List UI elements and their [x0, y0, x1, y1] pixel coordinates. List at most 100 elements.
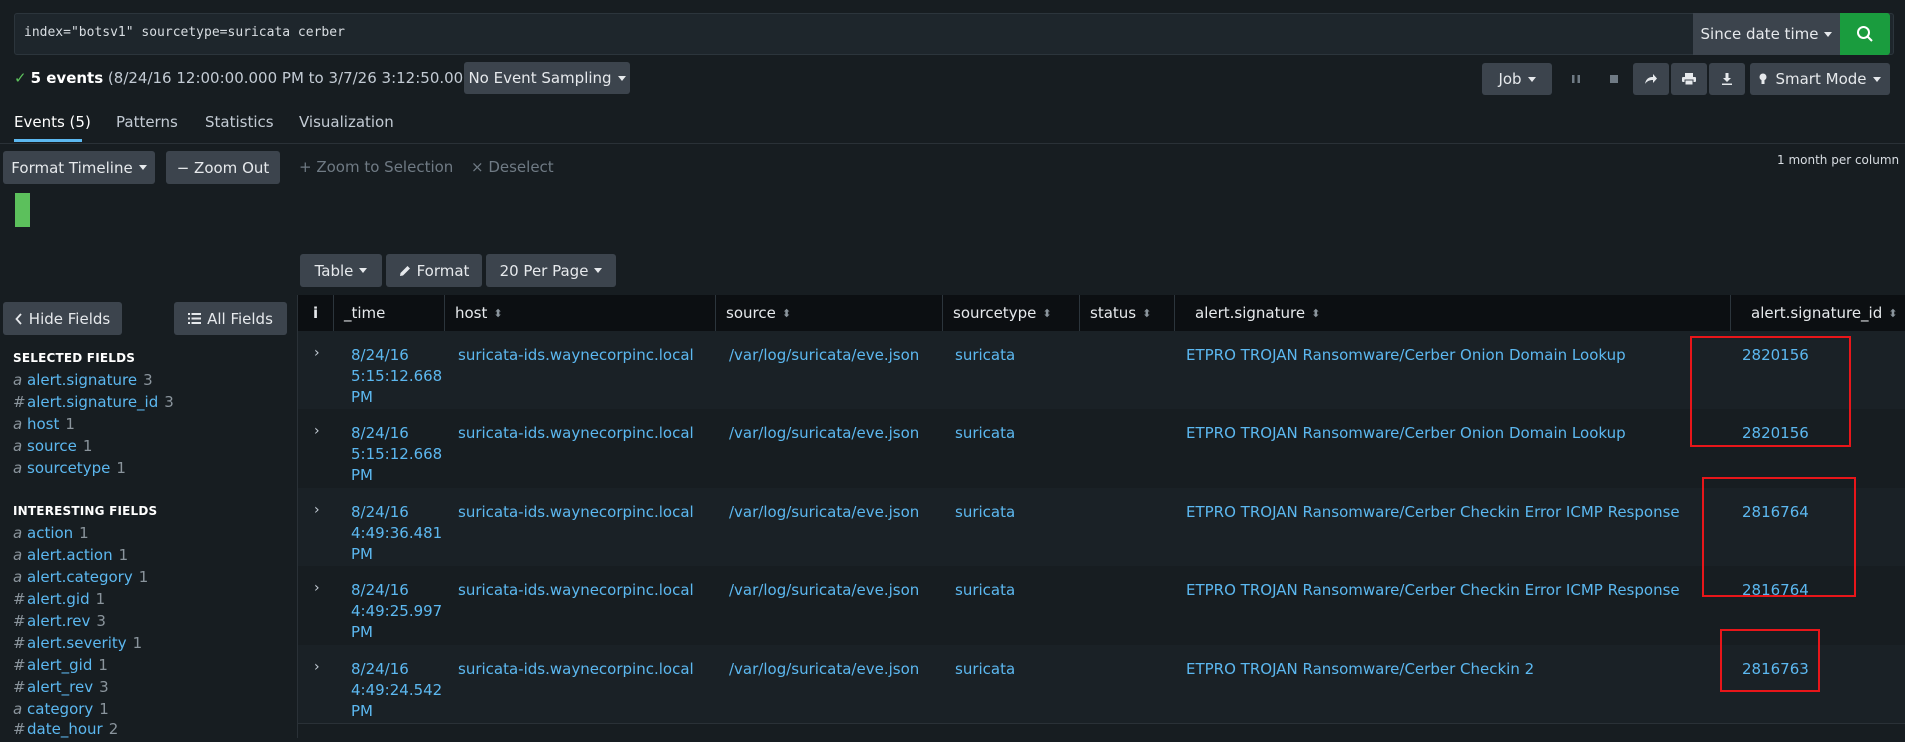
job-dropdown[interactable]: Job [1482, 63, 1552, 95]
field-action[interactable]: a action 1 [13, 524, 89, 546]
field-alert-action[interactable]: a alert.action 1 [13, 546, 128, 568]
cell-time[interactable]: 8/24/16 5:15:12.668 PM [351, 345, 442, 408]
chevron-right-icon[interactable]: › [314, 423, 320, 439]
event-sampling-label: No Event Sampling [468, 69, 612, 87]
cell-sourcetype[interactable]: suricata [955, 502, 1015, 523]
event-sampling-dropdown[interactable]: No Event Sampling [464, 62, 630, 94]
timeline-scale-label: 1 month per column [1777, 153, 1900, 167]
search-query[interactable]: index="botsv1" sourcetype=suricata cerbe… [24, 25, 345, 40]
deselect-button[interactable]: × Deselect [471, 158, 554, 176]
field-type: a [13, 437, 23, 455]
list-icon [188, 313, 202, 324]
column-label: alert.signature [1195, 304, 1306, 322]
field-name: sourcetype [27, 459, 111, 477]
tab-visualization[interactable]: Visualization [299, 113, 394, 131]
chevron-right-icon[interactable]: › [314, 345, 320, 361]
field-name: source [27, 437, 77, 455]
column-sourcetype[interactable]: sourcetype ⬍ [943, 295, 1080, 331]
cell-source[interactable]: /var/log/suricata/eve.json [729, 423, 919, 444]
field-alert-rev[interactable]: #alert.rev 3 [13, 612, 106, 634]
tab-patterns[interactable]: Patterns [116, 113, 178, 131]
field-count: 3 [143, 371, 153, 389]
cell-time[interactable]: 8/24/16 4:49:36.481 PM [351, 502, 442, 565]
cell-sourcetype[interactable]: suricata [955, 580, 1015, 601]
format-timeline-dropdown[interactable]: Format Timeline [3, 151, 155, 184]
column-alert-signature-id[interactable]: alert.signature_id ⬍ [1731, 295, 1905, 331]
cell-time[interactable]: 8/24/16 4:49:25.997 PM [351, 580, 442, 643]
tab-events[interactable]: Events (5) [14, 113, 91, 131]
per-page-dropdown[interactable]: 20 Per Page [486, 254, 616, 287]
cell-source[interactable]: /var/log/suricata/eve.json [729, 502, 919, 523]
chevron-down-icon [138, 165, 147, 170]
hide-fields-button[interactable]: Hide Fields [3, 302, 122, 335]
cell-sourcetype[interactable]: suricata [955, 659, 1015, 680]
chevron-right-icon[interactable]: › [314, 659, 320, 675]
field-count: 3 [96, 612, 106, 630]
field-alert-category[interactable]: a alert.category 1 [13, 568, 148, 590]
cell-sourcetype[interactable]: suricata [955, 345, 1015, 366]
sort-icon: ⬍ [1888, 306, 1898, 320]
column-host[interactable]: host ⬍ [445, 295, 716, 331]
time-range-label: Since date time [1700, 25, 1819, 43]
column-alert-signature[interactable]: alert.signature ⬍ [1175, 295, 1731, 331]
cell-host[interactable]: suricata-ids.waynecorpinc.local [458, 659, 694, 680]
column-time: _time [334, 295, 445, 331]
download-icon [1722, 73, 1732, 85]
table-view-dropdown[interactable]: Table [300, 254, 382, 287]
format-button[interactable]: Format [386, 254, 482, 287]
chevron-down-icon [1872, 76, 1881, 82]
sort-icon: ⬍ [1042, 306, 1052, 320]
field-alert-severity[interactable]: #alert.severity 1 [13, 634, 142, 656]
cell-host[interactable]: suricata-ids.waynecorpinc.local [458, 580, 694, 601]
cell-sourcetype[interactable]: suricata [955, 423, 1015, 444]
zoom-to-selection-button[interactable]: + Zoom to Selection [299, 158, 453, 176]
field-category[interactable]: a category 1 [13, 700, 109, 722]
search-mode-dropdown[interactable]: Smart Mode [1750, 63, 1890, 95]
cell-alert-signature[interactable]: ETPRO TROJAN Ransomware/Cerber Checkin E… [1186, 502, 1680, 523]
cell-source[interactable]: /var/log/suricata/eve.json [729, 345, 919, 366]
time-range-picker[interactable]: Since date time [1693, 13, 1840, 55]
chevron-down-icon [1527, 76, 1536, 82]
stop-button[interactable] [1598, 63, 1630, 95]
field-alert-rev-underscore[interactable]: #alert_rev 3 [13, 678, 109, 700]
print-button[interactable] [1671, 63, 1707, 95]
field-alert-gid[interactable]: #alert.gid 1 [13, 590, 105, 612]
cell-alert-signature[interactable]: ETPRO TROJAN Ransomware/Cerber Checkin 2 [1186, 659, 1534, 680]
cell-host[interactable]: suricata-ids.waynecorpinc.local [458, 423, 694, 444]
field-source[interactable]: a source 1 [13, 437, 92, 459]
export-button[interactable] [1709, 63, 1745, 95]
cell-alert-signature[interactable]: ETPRO TROJAN Ransomware/Cerber Onion Dom… [1186, 345, 1626, 366]
chevron-right-icon[interactable]: › [314, 502, 320, 518]
cell-host[interactable]: suricata-ids.waynecorpinc.local [458, 345, 694, 366]
job-label: Job [1498, 70, 1522, 88]
chevron-right-icon[interactable]: › [314, 580, 320, 596]
field-alert-signature[interactable]: a alert.signature 3 [13, 371, 153, 393]
field-name: alert.category [27, 568, 133, 586]
pause-button[interactable] [1560, 63, 1592, 95]
timeline-bar[interactable] [15, 193, 30, 227]
all-fields-button[interactable]: All Fields [174, 302, 287, 335]
cell-host[interactable]: suricata-ids.waynecorpinc.local [458, 502, 694, 523]
cell-time[interactable]: 8/24/16 5:15:12.668 PM [351, 423, 442, 486]
cell-alert-signature[interactable]: ETPRO TROJAN Ransomware/Cerber Checkin E… [1186, 580, 1680, 601]
field-count: 1 [65, 415, 75, 433]
field-date-hour[interactable]: #date_hour 2 [13, 720, 118, 742]
table-row: › 8/24/16 4:49:24.542 PM suricata-ids.wa… [298, 645, 1905, 723]
column-source[interactable]: source ⬍ [716, 295, 943, 331]
field-count: 1 [82, 437, 93, 455]
column-status[interactable]: status ⬍ [1080, 295, 1175, 331]
cell-time[interactable]: 8/24/16 4:49:24.542 PM [351, 659, 442, 722]
search-button[interactable] [1840, 13, 1890, 55]
field-sourcetype[interactable]: a sourcetype 1 [13, 459, 126, 481]
field-alert-gid-underscore[interactable]: #alert_gid 1 [13, 656, 108, 678]
cell-source[interactable]: /var/log/suricata/eve.json [729, 580, 919, 601]
field-count: 3 [99, 678, 109, 696]
field-alert-signature-id[interactable]: #alert.signature_id 3 [13, 393, 174, 415]
share-button[interactable] [1633, 63, 1669, 95]
zoom-out-button[interactable]: − Zoom Out [166, 151, 280, 184]
tab-statistics[interactable]: Statistics [205, 113, 274, 131]
field-host[interactable]: a host 1 [13, 415, 75, 437]
cell-alert-signature[interactable]: ETPRO TROJAN Ransomware/Cerber Onion Dom… [1186, 423, 1626, 444]
cell-source[interactable]: /var/log/suricata/eve.json [729, 659, 919, 680]
hide-fields-label: Hide Fields [28, 309, 111, 328]
